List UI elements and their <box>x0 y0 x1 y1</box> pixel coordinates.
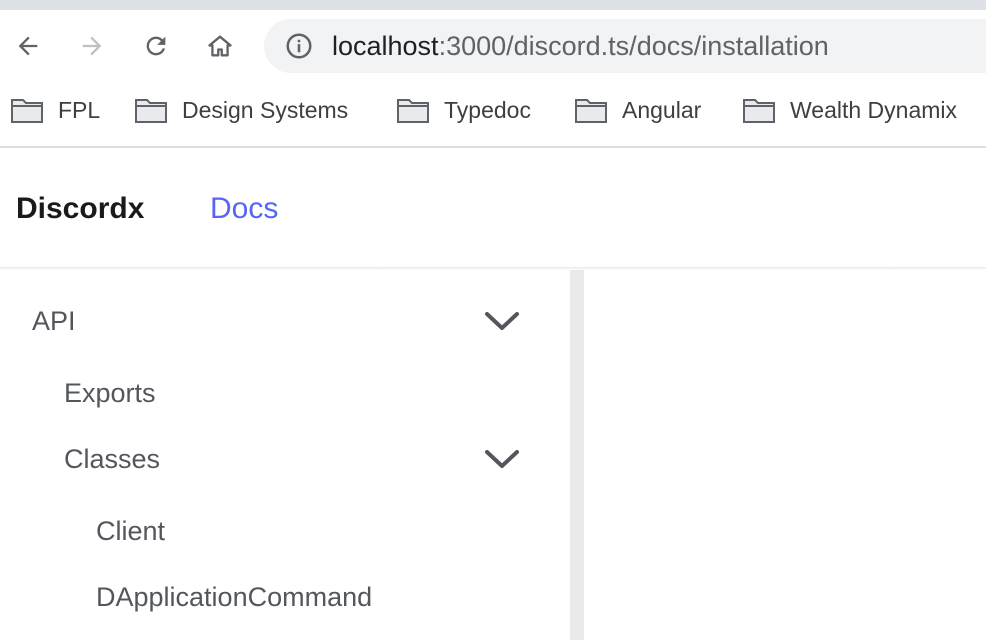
reload-icon <box>146 36 166 56</box>
site-header: Discordx Docs <box>0 148 986 268</box>
forward-button[interactable] <box>72 26 112 66</box>
forward-arrow-icon <box>82 36 102 56</box>
info-icon[interactable] <box>284 31 314 61</box>
folder-icon <box>743 99 775 123</box>
url-host: localhost <box>332 31 439 61</box>
address-bar[interactable]: localhost:3000/discord.ts/docs/installat… <box>264 19 986 73</box>
tab-strip <box>0 0 986 10</box>
docs-sidebar: API Exports Classes Client DApplicationC… <box>0 270 570 640</box>
bookmark-label: Wealth Dynamix <box>790 96 958 123</box>
bookmark-design-systems[interactable]: Design Systems <box>134 94 348 126</box>
folder-icon <box>575 99 607 123</box>
bookmark-typedoc[interactable]: Typedoc <box>396 94 531 126</box>
sidebar-item-exports[interactable]: Exports <box>64 378 156 409</box>
sidebar-item-api[interactable]: API <box>32 306 76 337</box>
sidebar-scrollbar[interactable] <box>570 270 584 640</box>
back-button[interactable] <box>8 26 48 66</box>
home-icon <box>208 35 232 57</box>
main-content <box>584 270 986 640</box>
bookmark-wealth-dynamix[interactable]: Wealth Dynamix <box>742 94 957 126</box>
bookmark-label: Design Systems <box>182 96 349 123</box>
sidebar-item-classes[interactable]: Classes <box>64 444 160 475</box>
sidebar-item-dapplicationcommand[interactable]: DApplicationCommand <box>96 582 372 613</box>
site-logo-text[interactable]: Discordx <box>16 192 144 226</box>
sidebar-item-client[interactable]: Client <box>96 516 165 547</box>
folder-icon <box>135 99 167 123</box>
url-text: localhost:3000/discord.ts/docs/installat… <box>332 31 829 61</box>
bookmark-label: Angular <box>622 96 702 123</box>
back-arrow-icon <box>18 36 38 56</box>
bookmark-label: FPL <box>58 96 101 123</box>
chevron-down-icon[interactable] <box>484 448 520 472</box>
folder-icon <box>11 99 43 123</box>
folder-icon <box>397 99 429 123</box>
url-path: :3000/discord.ts/docs/installation <box>438 31 829 61</box>
home-button[interactable] <box>200 26 240 66</box>
reload-button[interactable] <box>136 26 176 66</box>
chevron-down-icon[interactable] <box>484 310 520 334</box>
bookmark-angular[interactable]: Angular <box>574 94 701 126</box>
bookmark-fpl[interactable]: FPL <box>10 94 100 126</box>
nav-link-docs[interactable]: Docs <box>210 192 278 226</box>
browser-toolbar: localhost:3000/discord.ts/docs/installat… <box>0 10 986 82</box>
bookmark-label: Typedoc <box>444 96 531 123</box>
bookmarks-bar: FPL Design Systems Typedoc Angular Wealt… <box>0 82 986 138</box>
